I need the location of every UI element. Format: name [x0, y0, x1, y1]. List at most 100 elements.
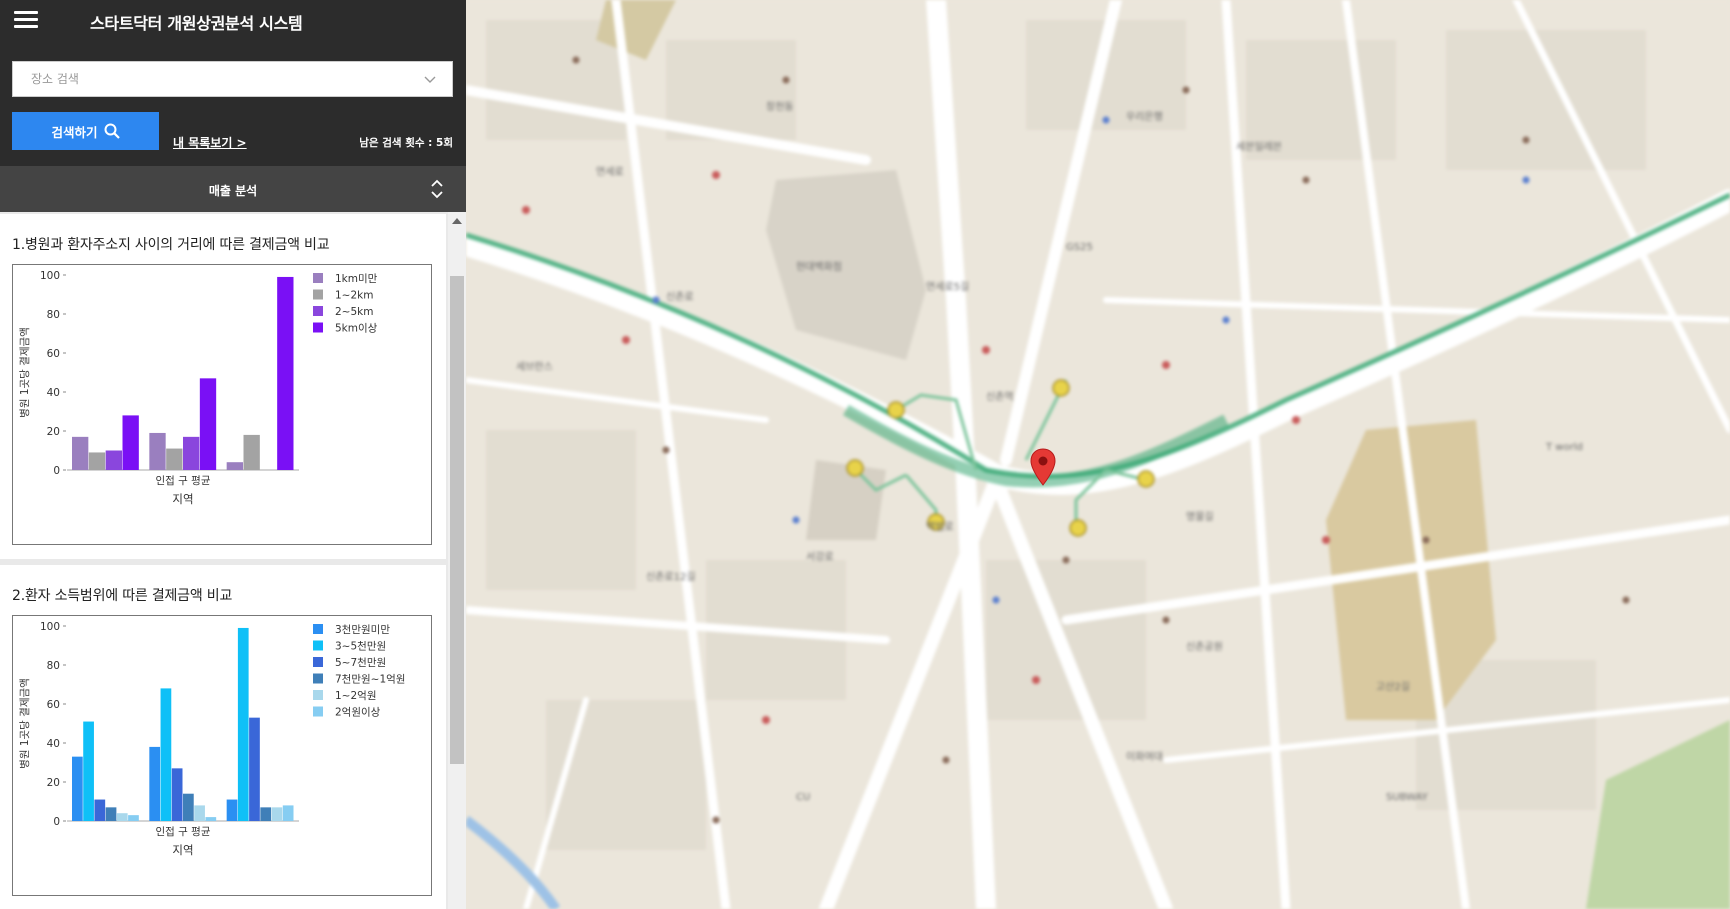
map-label: 연세로5길	[926, 280, 969, 293]
bar[interactable]	[260, 807, 272, 821]
bar[interactable]	[199, 378, 217, 470]
sales-analysis-header[interactable]: 매출 분석	[0, 166, 466, 212]
legend-swatch	[313, 640, 323, 651]
map-label: 명물길	[1186, 510, 1214, 523]
bar[interactable]	[94, 799, 106, 821]
legend-swatch	[313, 306, 323, 316]
scroll-up-arrow-icon[interactable]	[452, 218, 462, 224]
map-label: 고산2길	[1376, 680, 1410, 693]
bar[interactable]	[226, 462, 243, 470]
y-tick-label: 80	[47, 660, 60, 672]
my-list-link[interactable]: 내 목록보기 >	[173, 134, 247, 151]
bar[interactable]	[105, 807, 117, 821]
remaining-search-count: 남은 검색 횟수 : 5회	[359, 137, 453, 149]
chart-title: 1.병원과 환자주소지 사이의 거리에 따른 결제금액 비교	[12, 237, 330, 253]
legend-swatch	[313, 657, 323, 667]
map-label: T world	[1545, 442, 1583, 453]
legend-label[interactable]: 2억원이상	[335, 707, 381, 719]
y-tick-label: 60	[47, 348, 60, 360]
place-search-input[interactable]	[13, 62, 413, 96]
map-label: GS25	[1066, 242, 1093, 253]
y-tick-label: 100	[40, 621, 60, 633]
y-tick-label: 100	[40, 270, 60, 282]
bar[interactable]	[205, 817, 217, 821]
map-label: 백범로	[926, 521, 954, 533]
legend-swatch	[313, 322, 323, 333]
chart-frame: 0 20 40 60 80 100 인접 구 평균 지역 병원 1곳당 결제금액 1km미만 1~2…	[12, 264, 432, 545]
bar[interactable]	[166, 448, 183, 470]
legend-label[interactable]: 5~7천만원	[335, 657, 386, 669]
bar[interactable]	[194, 805, 205, 821]
map-label: 우리은행	[1126, 111, 1163, 123]
bar[interactable]	[149, 746, 161, 821]
legend-swatch	[313, 673, 323, 684]
y-tick-label: 20	[47, 777, 60, 789]
bar[interactable]	[72, 756, 83, 821]
chart-title: 2.환자 소득범위에 따른 결제금액 비교	[12, 588, 233, 604]
bar[interactable]	[243, 434, 260, 470]
legend-label[interactable]: 2~5km	[335, 306, 373, 318]
bar[interactable]	[149, 432, 166, 470]
bar[interactable]	[237, 627, 249, 821]
y-tick-label: 0	[53, 816, 60, 828]
bar[interactable]	[282, 805, 294, 821]
legend-label[interactable]: 5km이상	[335, 323, 378, 335]
legend-label[interactable]: 1km미만	[335, 273, 378, 285]
bar[interactable]	[183, 436, 200, 470]
income-payment-chart: 0 20 40 60 80 100 인접 구 평균지역 병원 1곳당 결제금액 3천만원미만 3~…	[19, 621, 405, 857]
panel-scrollbar[interactable]	[448, 212, 466, 909]
bar[interactable]	[226, 799, 238, 821]
menu-icon[interactable]	[14, 10, 38, 30]
map-label: 이화여대	[1126, 751, 1163, 763]
bar[interactable]	[88, 452, 106, 470]
legend-label[interactable]: 3~5천만원	[335, 641, 386, 653]
legend-swatch	[313, 706, 323, 717]
y-axis-title: 병원 1곳당 결제금액	[19, 678, 31, 769]
bar[interactable]	[271, 807, 283, 821]
x-category-label: 인접 구 평균	[156, 826, 211, 838]
bar[interactable]	[183, 793, 194, 821]
bar[interactable]	[122, 415, 139, 470]
map-canvas[interactable]: 연세로신촌로신촌역서강로 백범로 창천동 GS25 CU 현대백화점 세븐일레븐연세로5길신…	[466, 0, 1730, 909]
expand-collapse-icon[interactable]	[428, 178, 446, 200]
analysis-panel[interactable]: 1.병원과 환자주소지 사이의 거리에 따른 결제금액 비교 0 20 40 60 80…	[0, 212, 466, 909]
map-label: 신촌로	[666, 291, 694, 303]
chart-frame: 0 20 40 60 80 100 인접 구 평균 지역 병원 1곳당 결제금액 3천만원미만 3~…	[12, 615, 432, 896]
legend-label[interactable]: 1~2km	[335, 290, 373, 302]
y-tick-label: 60	[47, 699, 60, 711]
distance-payment-chart: 0 20 40 60 80 100 인접 구 평균지역 병원 1곳당 결제금액 1km미만 1~2…	[19, 270, 378, 506]
bar[interactable]	[277, 276, 294, 470]
location-marker-icon[interactable]	[1030, 448, 1056, 486]
y-tick-label: 80	[47, 309, 60, 321]
bar[interactable]	[249, 717, 260, 821]
chart-card-income: 2.환자 소득범위에 따른 결제금액 비교 0 20 40 60 80 100 인접 구 평…	[0, 565, 446, 909]
map-label: CU	[796, 792, 810, 803]
bar[interactable]	[83, 721, 94, 821]
legend-label[interactable]: 7천만원~1억원	[335, 674, 405, 686]
map-label: 연세로	[596, 166, 624, 178]
legend-swatch	[313, 273, 323, 283]
bar[interactable]	[160, 688, 172, 821]
bar[interactable]	[171, 768, 183, 821]
map-label: 창천동	[766, 101, 794, 113]
chevron-down-icon[interactable]	[424, 73, 436, 85]
legend-label[interactable]: 1~2억원	[335, 690, 376, 702]
map-label: 신촌공원	[1186, 641, 1223, 653]
bar[interactable]	[72, 436, 89, 470]
top-panel: 스타트닥터 개원상권분석 시스템 검색하기 내 목록보기 > 남은 검색 횟수 …	[0, 0, 466, 166]
sidebar: 스타트닥터 개원상권분석 시스템 검색하기 내 목록보기 > 남은 검색 횟수 …	[0, 0, 466, 909]
scrollbar-thumb[interactable]	[450, 276, 464, 764]
x-axis-title: 지역	[172, 492, 193, 506]
x-axis-title: 지역	[172, 843, 193, 857]
place-search-combobox[interactable]	[12, 61, 453, 97]
legend-swatch	[313, 690, 323, 700]
legend-label[interactable]: 3천만원미만	[335, 624, 390, 636]
map-view[interactable]: 연세로 신촌로 신촌역 서강로 백범로 창천동 GS25 CU 현대백화점 세븐일레븐 연세로5길 신…	[466, 0, 1730, 909]
bar[interactable]	[116, 813, 128, 821]
app-title: 스타트닥터 개원상권분석 시스템	[90, 14, 303, 33]
bar[interactable]	[105, 450, 122, 471]
bar[interactable]	[128, 815, 139, 821]
search-button[interactable]: 검색하기	[12, 112, 159, 150]
x-category-label: 인접 구 평균	[156, 475, 211, 487]
search-icon	[104, 123, 120, 139]
